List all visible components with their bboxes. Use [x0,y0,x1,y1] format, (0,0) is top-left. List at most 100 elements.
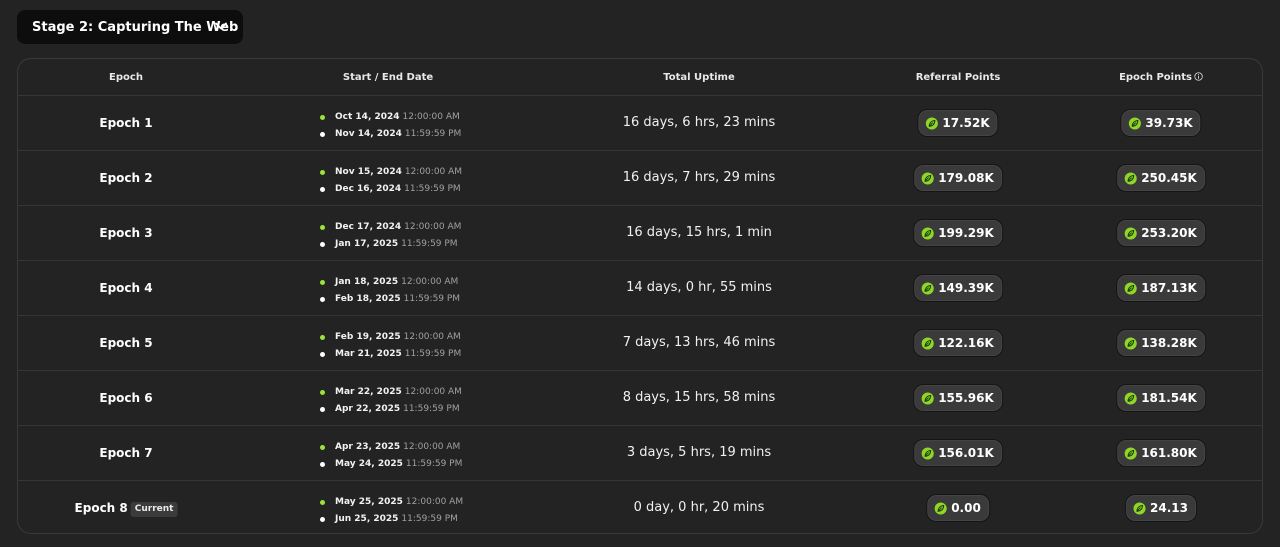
leaf-icon [1124,171,1137,185]
epoch-name: Epoch 7 [99,446,153,460]
referral-points-value: 149.39K [938,281,994,295]
start-time: 12:00:00 AM [404,167,463,177]
current-badge: Current [130,502,178,517]
referral-points-badge: 149.39K [913,274,1003,302]
epoch-name: Epoch 3 [99,226,153,240]
start-date: May 25, 2025 [335,497,403,507]
leaf-icon [934,501,947,515]
end-time: 11:59:59 PM [401,239,458,249]
leaf-icon [1124,336,1137,350]
leaf-icon [921,281,934,295]
end-date: Dec 16, 2024 [335,184,402,194]
start-date-line: Dec 17, 2024 12:00:00 AM [318,219,488,236]
date-range: Jan 18, 2025 12:00:00 AM Feb 18, 2025 11:59… [318,274,488,308]
end-date-line: May 24, 2025 11:59:59 PM [318,456,488,473]
start-date: Oct 14, 2024 [335,112,400,122]
start-dot-icon [320,225,325,230]
total-uptime: 3 days, 5 hrs, 19 mins [626,445,772,460]
table-row: Epoch 5 Feb 19, 2025 12:00:00 AM Mar 21, 20… [18,315,1262,370]
start-date-line: Feb 19, 2025 12:00:00 AM [318,329,488,346]
end-date: Feb 18, 2025 [335,294,401,304]
end-date-line: Jan 17, 2025 11:59:59 PM [318,236,488,253]
table-row: Epoch 6 Mar 22, 2025 12:00:00 AM Apr 22, 20… [18,370,1262,425]
total-uptime: 16 days, 7 hrs, 29 mins [622,170,776,185]
epoch-points-value: 39.73K [1145,116,1193,130]
referral-points-badge: 156.01K [913,439,1003,467]
start-dot-icon [320,170,325,175]
start-dot-icon [320,115,325,120]
start-time: 12:00:00 AM [404,222,462,232]
chevron-down-icon [215,22,227,30]
start-date: Jan 18, 2025 [335,277,399,287]
end-time: 11:59:59 PM [405,459,463,469]
info-icon[interactable] [1194,72,1203,81]
epoch-points-badge: 181.54K [1116,384,1206,412]
end-dot-icon [320,187,325,192]
referral-points-badge: 122.16K [913,329,1003,357]
epoch-name: Epoch 5 [99,336,153,350]
start-time: 12:00:00 AM [404,387,462,397]
referral-points-badge: 155.96K [913,384,1003,412]
epoch-name: Epoch 1 [99,116,153,130]
end-dot-icon [320,242,325,247]
epoch-points-value: 250.45K [1141,171,1197,185]
referral-points-badge: 17.52K [917,109,999,137]
total-uptime: 7 days, 13 hrs, 46 mins [622,335,776,350]
leaf-icon [1124,281,1137,295]
start-date-line: Jan 18, 2025 12:00:00 AM [318,274,488,291]
end-time: 11:59:59 PM [404,184,461,194]
start-time: 12:00:00 AM [401,277,459,287]
leaf-icon [921,336,934,350]
start-date: Feb 19, 2025 [335,332,401,342]
epoch-cell: Epoch 5 [99,316,152,370]
stage-selector-dropdown[interactable]: Stage 2: Capturing The Web [17,10,243,44]
leaf-icon [1124,446,1137,460]
start-dot-icon [320,280,325,285]
epoch-name: Epoch 4 [99,281,153,295]
epoch-points-value: 161.80K [1141,446,1197,460]
epoch-cell: Epoch 3 [99,206,152,260]
end-time: 11:59:59 PM [403,294,461,304]
date-range: Dec 17, 2024 12:00:00 AM Jan 17, 2025 11:59… [318,219,488,253]
start-date-line: Oct 14, 2024 12:00:00 AM [318,109,488,126]
end-date: Apr 22, 2025 [335,404,401,414]
referral-points-badge: 199.29K [913,219,1003,247]
referral-points-badge: 0.00 [926,494,990,522]
end-date-line: Apr 22, 2025 11:59:59 PM [318,401,488,418]
table-row: Epoch 4 Jan 18, 2025 12:00:00 AM Feb 18, 20… [18,260,1262,315]
epoch-cell: Epoch 8 Current [75,481,178,533]
start-date: Mar 22, 2025 [335,387,402,397]
leaf-icon [1128,116,1141,130]
header-epoch: Epoch [109,72,143,83]
table-row: Epoch 3 Dec 17, 2024 12:00:00 AM Jan 17, 20… [18,205,1262,260]
table-row: Epoch 2 Nov 15, 2024 12:00:00 AM Dec 16, 20… [18,150,1262,205]
end-dot-icon [320,517,325,522]
epoch-points-value: 24.13 [1150,501,1188,515]
end-date: Mar 21, 2025 [335,349,402,359]
end-date-line: Mar 21, 2025 11:59:59 PM [318,346,488,363]
epoch-name: Epoch 2 [99,171,153,185]
epoch-cell: Epoch 4 [99,261,152,315]
start-date: Nov 15, 2024 [335,167,402,177]
end-date-line: Dec 16, 2024 11:59:59 PM [318,181,488,198]
leaf-icon [1124,226,1137,240]
start-dot-icon [320,390,325,395]
end-date-line: Feb 18, 2025 11:59:59 PM [318,291,488,308]
epoch-points-badge: 161.80K [1116,439,1206,467]
end-time: 11:59:59 PM [401,514,458,524]
leaf-icon [921,226,934,240]
date-range: Oct 14, 2024 12:00:00 AM Nov 14, 2024 11:59… [318,109,488,143]
start-time: 12:00:00 AM [403,442,461,452]
table-row: Epoch 8 Current May 25, 2025 12:00:00 AM Jun… [18,480,1262,533]
header-uptime: Total Uptime [663,72,735,83]
epoch-points-value: 187.13K [1141,281,1197,295]
end-date-line: Nov 14, 2024 11:59:59 PM [318,126,488,143]
end-time: 11:59:59 PM [404,349,462,359]
date-range: Nov 15, 2024 12:00:00 AM Dec 16, 2024 11:59… [318,164,488,198]
start-time: 12:00:00 AM [403,332,461,342]
referral-points-value: 156.01K [938,446,994,460]
date-range: May 25, 2025 12:00:00 AM Jun 25, 2025 11:59… [318,494,488,528]
start-time: 12:00:00 AM [405,497,464,507]
epochs-table: Epoch Start / End Date Total Uptime Refe… [17,58,1263,534]
table-row: Epoch 7 Apr 23, 2025 12:00:00 AM May 24, 20… [18,425,1262,480]
